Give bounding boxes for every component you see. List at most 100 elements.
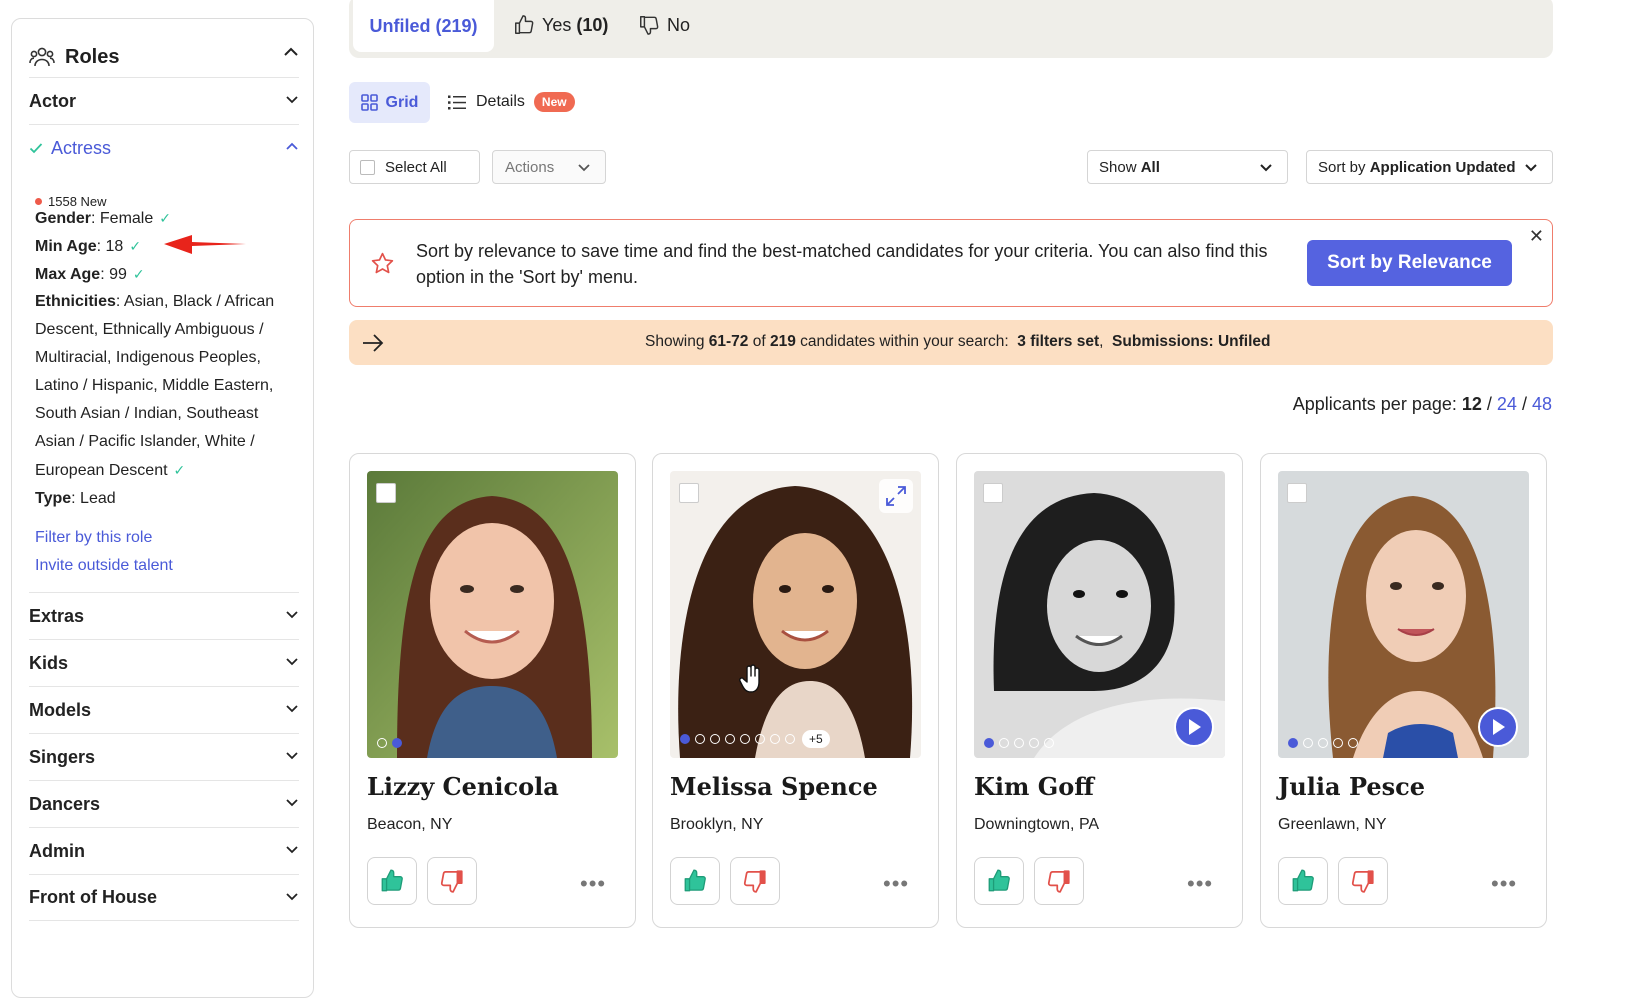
candidate-card[interactable]: Julia Pesce Greenlawn, NY ••• bbox=[1260, 453, 1547, 928]
relevance-banner: Sort by relevance to save time and find … bbox=[349, 219, 1553, 307]
candidate-name[interactable]: Kim Goff bbox=[974, 772, 1094, 801]
criteria-ethnicities: Ethnicities: Asian, Black / African Desc… bbox=[35, 293, 275, 479]
more-options-icon[interactable]: ••• bbox=[1187, 871, 1213, 897]
tab-no[interactable]: No bbox=[638, 14, 690, 36]
red-arrow-annotation-icon bbox=[164, 235, 246, 254]
photo-carousel-dots[interactable] bbox=[377, 738, 402, 748]
per-page-48-link[interactable]: 48 bbox=[1532, 394, 1552, 414]
role-category-label: Actor bbox=[29, 90, 77, 111]
vote-no-button[interactable] bbox=[1338, 857, 1388, 905]
details-view-button[interactable]: Details New bbox=[447, 92, 575, 112]
play-video-icon[interactable] bbox=[1174, 707, 1214, 747]
role-category-front-of-house[interactable]: Front of House bbox=[29, 874, 299, 921]
role-category-label: Extras bbox=[29, 605, 85, 626]
role-category-label: Front of House bbox=[29, 887, 157, 907]
vote-yes-button[interactable] bbox=[670, 857, 720, 905]
star-icon bbox=[371, 252, 394, 274]
vote-no-button[interactable] bbox=[427, 857, 477, 905]
filter-by-role-link[interactable]: Filter by this role bbox=[35, 529, 152, 547]
vote-yes-button[interactable] bbox=[367, 857, 417, 905]
tab-unfiled[interactable]: Unfiled (219) bbox=[353, 0, 494, 52]
candidate-card[interactable]: Kim Goff Downingtown, PA ••• bbox=[956, 453, 1243, 928]
candidate-photo[interactable]: +5 bbox=[670, 471, 921, 758]
expand-icon[interactable] bbox=[879, 479, 913, 513]
candidate-location: Greenlawn, NY bbox=[1278, 816, 1387, 833]
role-category-kids[interactable]: Kids bbox=[29, 639, 299, 686]
role-category-actress[interactable]: Actress bbox=[29, 124, 299, 171]
select-all-checkbox[interactable]: Select All bbox=[349, 150, 480, 184]
vote-no-button[interactable] bbox=[730, 857, 780, 905]
grid-icon bbox=[360, 94, 378, 111]
candidate-location: Beacon, NY bbox=[367, 816, 453, 833]
role-category-models[interactable]: Models bbox=[29, 686, 299, 733]
actions-dropdown[interactable]: Actions bbox=[492, 150, 606, 184]
chevron-down-icon bbox=[286, 799, 298, 807]
role-category-dancers[interactable]: Dancers bbox=[29, 780, 299, 827]
role-category-label: Models bbox=[29, 699, 92, 720]
chevron-down-icon bbox=[286, 96, 298, 104]
candidate-photo[interactable] bbox=[367, 471, 618, 758]
thumbs-up-icon bbox=[684, 869, 706, 892]
roles-header[interactable]: Roles bbox=[29, 39, 299, 75]
candidate-name[interactable]: Julia Pesce bbox=[1278, 772, 1425, 801]
thumbs-up-icon bbox=[381, 869, 403, 892]
photo-carousel-dots[interactable] bbox=[984, 738, 1054, 748]
candidate-select-checkbox[interactable] bbox=[983, 483, 1003, 503]
candidate-card[interactable]: +5 Melissa Spence Brooklyn, NY ••• bbox=[652, 453, 939, 928]
applicants-per-page: Applicants per page: 12 / 24 / 48 bbox=[1292, 394, 1552, 414]
grid-view-button[interactable]: Grid bbox=[349, 82, 430, 123]
arrow-right-icon[interactable] bbox=[361, 332, 385, 354]
chevron-down-icon bbox=[286, 752, 298, 760]
per-page-24-link[interactable]: 24 bbox=[1497, 394, 1517, 414]
candidate-name[interactable]: Melissa Spence bbox=[670, 772, 878, 801]
invite-outside-talent-link[interactable]: Invite outside talent bbox=[35, 557, 173, 575]
roles-sidebar: Roles Actor Actress 1558 New Gender: Fem… bbox=[11, 18, 314, 998]
more-options-icon[interactable]: ••• bbox=[1491, 871, 1517, 897]
role-category-singers[interactable]: Singers bbox=[29, 733, 299, 780]
checkbox[interactable] bbox=[360, 159, 375, 175]
vote-yes-button[interactable] bbox=[974, 857, 1024, 905]
chevron-down-icon bbox=[286, 658, 298, 666]
thumbs-down-icon bbox=[743, 870, 766, 893]
candidate-location: Brooklyn, NY bbox=[670, 816, 764, 833]
role-category-label: Admin bbox=[29, 840, 85, 861]
thumbs-up-outline-icon bbox=[515, 15, 534, 34]
play-video-icon[interactable] bbox=[1478, 707, 1518, 747]
sort-by-dropdown[interactable]: Sort by Application Updated bbox=[1306, 150, 1553, 184]
photo-carousel-dots[interactable] bbox=[1288, 738, 1358, 748]
candidate-card[interactable]: Lizzy Cenicola Beacon, NY ••• bbox=[349, 453, 636, 928]
thumbs-up-icon bbox=[1292, 869, 1314, 892]
more-photos-count[interactable]: +5 bbox=[802, 730, 830, 748]
thumbs-down-icon bbox=[1047, 870, 1070, 893]
show-filter-dropdown[interactable]: Show All bbox=[1087, 150, 1288, 184]
role-category-actor[interactable]: Actor bbox=[29, 77, 299, 124]
chevron-up-icon[interactable] bbox=[283, 47, 299, 57]
roles-title: Roles bbox=[65, 45, 120, 68]
role-category-label: Actress bbox=[51, 137, 112, 158]
vote-no-button[interactable] bbox=[1034, 857, 1084, 905]
vote-yes-button[interactable] bbox=[1278, 857, 1328, 905]
chevron-down-icon bbox=[286, 705, 298, 713]
more-options-icon[interactable]: ••• bbox=[580, 871, 606, 897]
sort-by-relevance-button[interactable]: Sort by Relevance bbox=[1307, 240, 1512, 286]
search-summary-banner: Showing 61-72 of 219 candidates within y… bbox=[349, 320, 1553, 365]
role-category-label: Kids bbox=[29, 652, 69, 673]
search-summary-text: Showing 61-72 of 219 candidates within y… bbox=[645, 333, 1271, 350]
chevron-down-icon bbox=[286, 611, 298, 619]
more-options-icon[interactable]: ••• bbox=[883, 871, 909, 897]
candidate-select-checkbox[interactable] bbox=[376, 483, 396, 503]
role-category-label: Singers bbox=[29, 746, 96, 767]
photo-carousel-dots[interactable]: +5 bbox=[680, 730, 830, 748]
role-category-admin[interactable]: Admin bbox=[29, 827, 299, 874]
close-icon[interactable]: ✕ bbox=[1529, 226, 1544, 247]
role-category-extras[interactable]: Extras bbox=[29, 592, 299, 639]
tab-yes[interactable]: Yes (10) bbox=[513, 14, 608, 36]
candidate-select-checkbox[interactable] bbox=[679, 483, 699, 503]
candidate-photo[interactable] bbox=[974, 471, 1225, 758]
chevron-down-icon bbox=[578, 164, 590, 172]
candidate-name[interactable]: Lizzy Cenicola bbox=[367, 772, 559, 801]
relevance-message: Sort by relevance to save time and find … bbox=[416, 241, 1268, 287]
candidate-photo[interactable] bbox=[1278, 471, 1529, 758]
candidate-select-checkbox[interactable] bbox=[1287, 483, 1307, 503]
chevron-down-icon bbox=[286, 893, 298, 901]
